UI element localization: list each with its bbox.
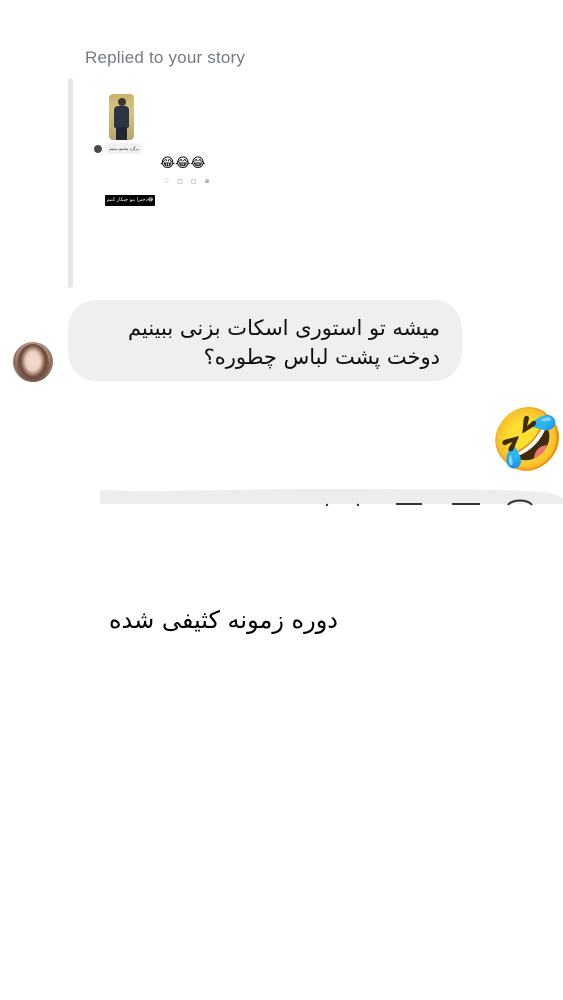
incoming-message-text: میشه تو استوری اسکات بزنی ببینیم دوخت پش… [128,316,440,369]
avatar-portrait [17,344,49,382]
story-action-icons: ♡ ▢ ▢ ⊕ [164,178,213,185]
reply-label: Replied to your story [85,48,246,67]
story-black-label: دخترا ببو چیکار کنیم😂 [105,195,155,206]
sender-avatar[interactable] [13,342,53,382]
story-thumbnail[interactable]: برگرد پشتتو ببینیم 😂😂😂 ♡ ▢ ▢ ⊕ دخترا ببو… [88,86,218,216]
story-reply-pill: برگرد پشتتو ببینیم [106,143,142,154]
torn-icon-1 [325,503,329,507]
torn-icon-4 [452,503,480,505]
figure-body [114,106,129,128]
caption-text: دوره زمونه کثیفی شده [108,606,338,634]
story-emoji-reaction: 😂😂😂 [160,156,206,171]
torn-icon-2 [356,503,360,507]
outgoing-emoji-message[interactable]: 🤣 [490,404,563,476]
story-avatar-dot [94,145,102,153]
incoming-message-bubble[interactable]: میشه تو استوری اسکات بزنی ببینیم دوخت پش… [68,300,462,381]
torn-icon-3 [396,503,422,505]
story-photo [109,94,134,140]
figure-head [118,98,126,106]
torn-edge-cover [100,504,563,511]
figure-legs [116,127,127,140]
story-reply-bar [68,78,73,288]
torn-screenshot-edge [100,488,563,511]
